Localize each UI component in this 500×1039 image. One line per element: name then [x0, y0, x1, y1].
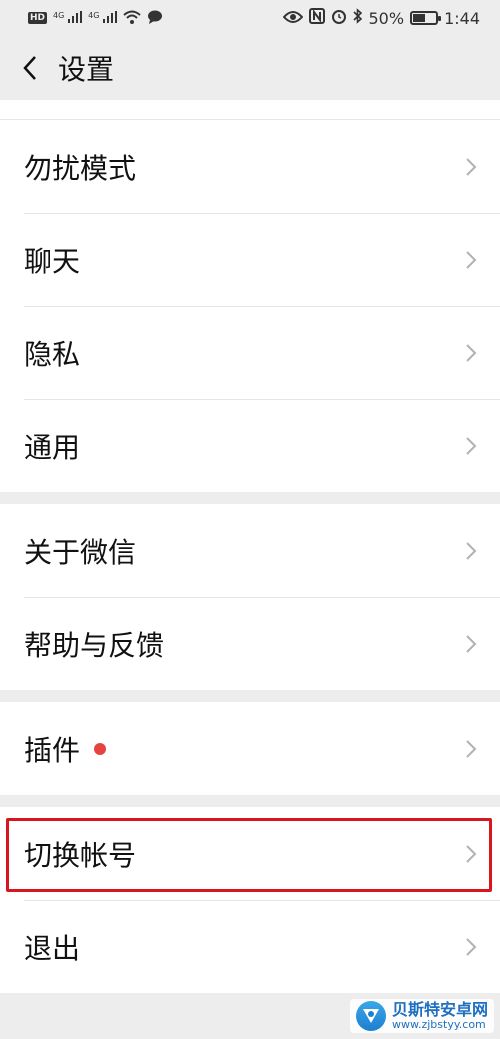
- group-separator: [0, 492, 500, 504]
- chevron-right-icon: [464, 936, 478, 958]
- eye-icon: [282, 9, 303, 28]
- row-plugins[interactable]: 插件: [0, 702, 500, 795]
- chevron-right-icon: [464, 738, 478, 760]
- red-dot-badge: [94, 742, 107, 755]
- site-watermark: 贝斯特安卓网 www.zjbstyy.com: [349, 999, 494, 1033]
- row-help-feedback[interactable]: 帮助与反馈: [0, 597, 500, 690]
- row-logout[interactable]: 退出: [0, 900, 500, 993]
- chevron-right-icon: [464, 156, 478, 178]
- chevron-right-icon: [464, 633, 478, 655]
- row-label: 帮助与反馈: [24, 628, 165, 662]
- row-label-with-badge: 插件: [24, 729, 107, 769]
- settings-group-1: 勿扰模式 聊天 隐私 通用: [0, 120, 500, 492]
- row-do-not-disturb[interactable]: 勿扰模式: [0, 120, 500, 213]
- row-label: 退出: [24, 931, 81, 965]
- group-separator: [0, 795, 500, 807]
- status-bar: HD 4G 4G 50% 1:44: [0, 0, 500, 36]
- chat-bubble-icon: [147, 9, 163, 28]
- row-label: 勿扰模式: [24, 151, 137, 185]
- row-label: 关于微信: [24, 535, 137, 569]
- alarm-icon: [331, 8, 347, 28]
- nav-bar: 设置: [0, 36, 500, 100]
- settings-group-3: 插件: [0, 702, 500, 795]
- row-label: 聊天: [24, 244, 81, 278]
- network-type-2: 4G: [88, 10, 100, 20]
- status-left: HD 4G 4G: [28, 9, 163, 28]
- scrolled-row-edge: [0, 100, 500, 120]
- watermark-name: 贝斯特安卓网: [391, 999, 488, 1019]
- network-type-1: 4G: [53, 10, 65, 20]
- watermark-logo-icon: [355, 1001, 386, 1031]
- signal-icon-2: 4G: [88, 10, 118, 26]
- chevron-right-icon: [464, 843, 478, 865]
- row-label: 插件: [24, 733, 81, 767]
- signal-icon: 4G: [53, 10, 83, 26]
- status-right: 50% 1:44: [282, 8, 480, 28]
- row-privacy[interactable]: 隐私: [0, 306, 500, 399]
- battery-percent: 50%: [368, 8, 405, 28]
- row-switch-account[interactable]: 切换帐号: [0, 807, 500, 900]
- hd-badge: HD: [28, 12, 48, 24]
- group-separator: [0, 690, 500, 702]
- settings-group-4: 切换帐号 退出: [0, 807, 500, 993]
- row-general[interactable]: 通用: [0, 399, 500, 492]
- wifi-icon: [123, 9, 141, 28]
- row-about-wechat[interactable]: 关于微信: [0, 504, 500, 597]
- chevron-right-icon: [464, 435, 478, 457]
- row-chat[interactable]: 聊天: [0, 213, 500, 306]
- chevron-right-icon: [464, 342, 478, 364]
- row-label: 切换帐号: [24, 838, 137, 872]
- nfc-icon: [308, 8, 325, 28]
- chevron-right-icon: [464, 540, 478, 562]
- row-label: 通用: [24, 430, 81, 464]
- chevron-right-icon: [464, 249, 478, 271]
- back-arrow-icon[interactable]: [16, 54, 44, 82]
- watermark-url: www.zjbstyy.com: [391, 1017, 486, 1031]
- page-title: 设置: [58, 53, 115, 86]
- bluetooth-icon: [352, 8, 363, 28]
- battery-icon: [410, 11, 442, 25]
- settings-group-2: 关于微信 帮助与反馈: [0, 504, 500, 690]
- row-label: 隐私: [24, 337, 81, 371]
- clock-time: 1:44: [444, 8, 480, 28]
